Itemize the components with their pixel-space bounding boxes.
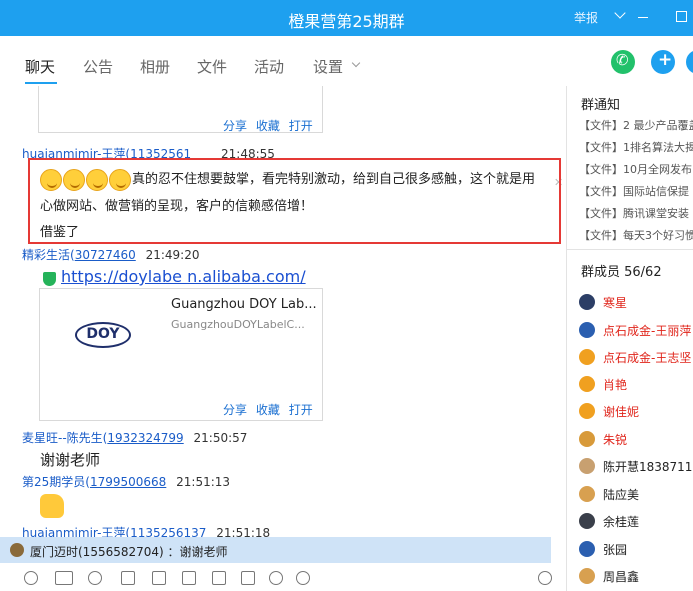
favorite-link[interactable]: 收藏	[256, 403, 280, 417]
card-title: Guangzhou DOY Lab...	[171, 297, 317, 312]
notice-item[interactable]: 【文件】腾讯课堂安装	[579, 205, 689, 221]
avatar	[579, 431, 595, 447]
emoji-picker-icon[interactable]	[24, 571, 38, 585]
share-link[interactable]: 分享	[223, 119, 247, 133]
card-actions: 分享 收藏 打开	[223, 401, 313, 418]
avatar	[579, 513, 595, 529]
tab-announcements[interactable]: 公告	[83, 56, 113, 77]
gift-icon[interactable]	[212, 571, 226, 585]
history-icon[interactable]	[538, 571, 552, 585]
avatar	[579, 541, 595, 557]
group-info-panel: 群通知 【文件】2 最少产品覆盖 【文件】1排名算法大揭 【文件】10月全网发布…	[567, 86, 693, 591]
maximize-icon[interactable]	[676, 11, 687, 22]
message-link[interactable]: https://doylabe n.alibaba.com/	[61, 267, 306, 286]
avatar	[579, 322, 595, 338]
shield-icon	[43, 272, 56, 286]
notice-title: 群通知	[581, 98, 621, 113]
phone-icon[interactable]	[611, 50, 635, 74]
notice-item[interactable]: 【文件】国际站信保提	[579, 183, 689, 199]
open-link[interactable]: 打开	[289, 403, 313, 417]
more-icon[interactable]	[296, 571, 310, 585]
report-button[interactable]: 举报	[574, 9, 598, 26]
tab-chat[interactable]: 聊天	[25, 56, 55, 77]
mention-text[interactable]: 厦门迈时(1556582704) ：谢谢老师	[30, 543, 228, 560]
members-title: 群成员 56/62	[581, 265, 662, 280]
notice-item[interactable]: 【文件】2 最少产品覆盖	[579, 117, 693, 133]
gif-icon[interactable]	[55, 571, 73, 585]
avatar	[579, 568, 595, 584]
minimize-icon[interactable]	[638, 17, 648, 18]
tab-album[interactable]: 相册	[140, 56, 170, 77]
open-link[interactable]: 打开	[289, 119, 313, 133]
share-link[interactable]: 分享	[223, 403, 247, 417]
avatar	[579, 294, 595, 310]
tab-bar: 聊天 公告 相册 文件 活动 设置	[0, 36, 693, 86]
message-sender[interactable]: 麦星旺--陈先生(1932324799 21:50:57	[22, 429, 247, 446]
highlighted-message-box	[28, 158, 561, 244]
avatar	[579, 486, 595, 502]
scissors-icon[interactable]	[88, 571, 102, 585]
notice-item[interactable]: 【文件】10月全网发布	[579, 161, 692, 177]
tab-files[interactable]: 文件	[197, 56, 227, 77]
folder-icon[interactable]	[121, 571, 135, 585]
active-tab-indicator	[25, 82, 57, 84]
image-icon[interactable]	[152, 571, 166, 585]
thumbs-up-icon	[40, 494, 64, 518]
input-toolbar	[0, 564, 566, 591]
avatar	[579, 349, 595, 365]
avatar	[579, 403, 595, 419]
screenshot-icon[interactable]	[182, 571, 196, 585]
tab-activities[interactable]: 活动	[254, 56, 284, 77]
avatar	[579, 458, 595, 474]
notice-item[interactable]: 【文件】每天3个好习惯	[579, 227, 693, 243]
message-sender[interactable]: 精彩生活(30727460 21:49:20	[22, 246, 200, 263]
avatar	[579, 376, 595, 392]
avatar	[10, 543, 24, 557]
bell-icon[interactable]	[269, 571, 283, 585]
divider	[567, 249, 693, 250]
message-text: 谢谢老师	[40, 451, 101, 469]
favorite-link[interactable]: 收藏	[256, 119, 280, 133]
tab-settings[interactable]: 设置	[313, 56, 343, 77]
doy-logo: DOY	[75, 322, 131, 348]
notice-item[interactable]: 【文件】1排名算法大揭	[579, 139, 693, 155]
document-icon[interactable]	[241, 571, 255, 585]
add-message-icon[interactable]	[651, 50, 675, 74]
card-subtitle: GuangzhouDOYLabelC...	[171, 318, 305, 331]
chevron-down-icon[interactable]	[351, 58, 361, 68]
title-bar: 橙果营第25期群 举报	[0, 0, 693, 36]
message-sender[interactable]: 第25期学员(1799500668 21:51:13	[22, 473, 230, 490]
card-actions: 分享 收藏 打开	[223, 117, 313, 134]
